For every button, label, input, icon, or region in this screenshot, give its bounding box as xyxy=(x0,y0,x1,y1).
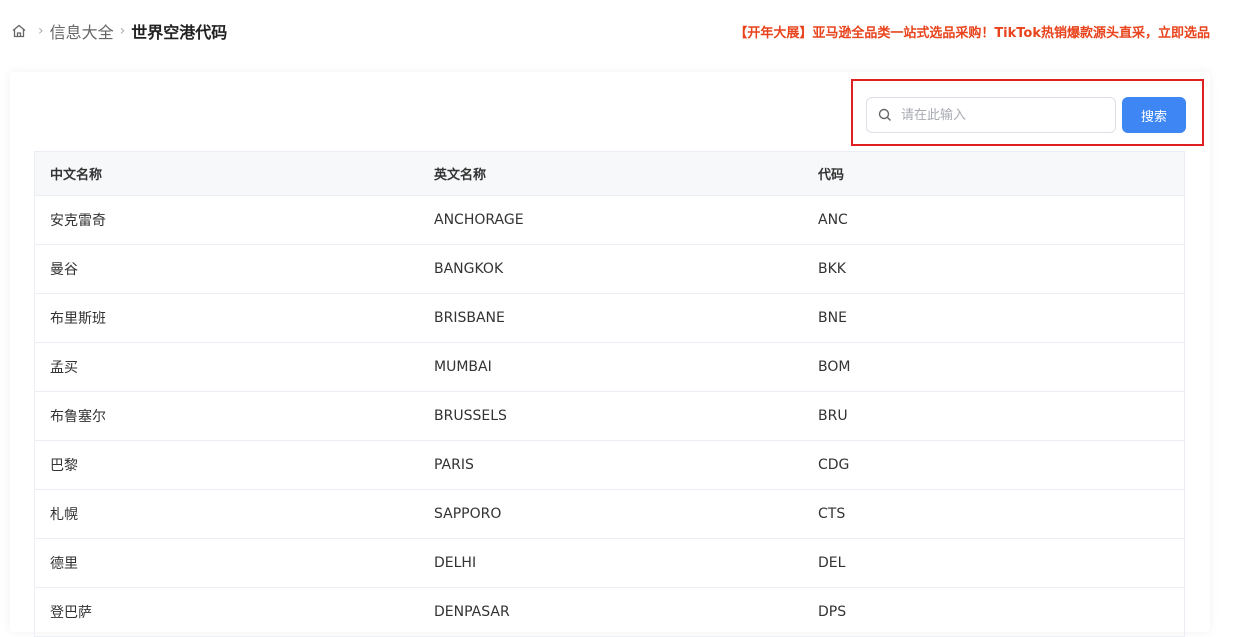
column-header-english-name[interactable]: 英文名称 xyxy=(419,164,803,183)
cell-code: DEL xyxy=(818,555,846,571)
cell-english-name: BRISBANE xyxy=(434,310,505,326)
table-row[interactable]: 德里 DELHI DEL xyxy=(35,539,1184,588)
cell-chinese-name: 登巴萨 xyxy=(50,605,92,621)
top-bar: › 信息大全 › 世界空港代码 【开年大展】亚马逊全品类一站式选品采购！TikT… xyxy=(0,0,1258,62)
cell-code: ANC xyxy=(818,212,848,228)
breadcrumb-separator: › xyxy=(38,23,44,39)
promo-link[interactable]: 【开年大展】亚马逊全品类一站式选品采购！TikTok热销爆款源头直采，立即选品 xyxy=(734,22,1210,41)
breadcrumb-separator: › xyxy=(119,23,126,39)
airport-code-table: 中文名称 英文名称 代码 安克雷奇 ANCHORAGE ANC 曼谷 BANGK… xyxy=(34,151,1185,637)
cell-english-name: BANGKOK xyxy=(434,261,504,277)
cell-code: CTS xyxy=(818,506,846,522)
cell-chinese-name: 巴黎 xyxy=(50,458,78,474)
table-row[interactable]: 孟买 MUMBAI BOM xyxy=(35,343,1184,392)
cell-code: BOM xyxy=(818,359,851,375)
table-row[interactable]: 曼谷 BANGKOK BKK xyxy=(35,245,1184,294)
breadcrumb: › 信息大全 › 世界空港代码 xyxy=(10,19,227,43)
search-box[interactable] xyxy=(866,97,1116,133)
table-row[interactable]: 布鲁塞尔 BRUSSELS BRU xyxy=(35,392,1184,441)
table-header: 中文名称 英文名称 代码 xyxy=(35,152,1184,196)
cell-chinese-name: 布里斯班 xyxy=(50,311,106,327)
cell-english-name: BRUSSELS xyxy=(434,408,507,424)
search-button[interactable]: 搜索 xyxy=(1122,97,1186,133)
cell-english-name: SAPPORO xyxy=(434,506,502,522)
cell-code: BKK xyxy=(818,261,846,277)
cell-chinese-name: 札幌 xyxy=(50,507,78,523)
search-input[interactable] xyxy=(901,107,1101,123)
cell-chinese-name: 布鲁塞尔 xyxy=(50,409,106,425)
cell-english-name: DELHI xyxy=(434,555,477,571)
breadcrumb-parent[interactable]: 信息大全 xyxy=(50,19,114,43)
cell-english-name: DENPASAR xyxy=(434,604,510,620)
cell-chinese-name: 安克雷奇 xyxy=(50,213,106,229)
table-row[interactable]: 安克雷奇 ANCHORAGE ANC xyxy=(35,196,1184,245)
cell-code: BNE xyxy=(818,310,847,326)
page-title: 世界空港代码 xyxy=(131,23,228,42)
column-header-code[interactable]: 代码 xyxy=(803,164,1184,183)
cell-code: DPS xyxy=(818,604,847,620)
cell-english-name: PARIS xyxy=(434,457,474,473)
cell-english-name: ANCHORAGE xyxy=(434,212,524,228)
cell-chinese-name: 德里 xyxy=(50,556,78,572)
cell-english-name: MUMBAI xyxy=(434,359,492,375)
cell-chinese-name: 孟买 xyxy=(50,360,78,376)
home-icon[interactable] xyxy=(10,22,28,40)
table-row[interactable]: 巴黎 PARIS CDG xyxy=(35,441,1184,490)
cell-chinese-name: 曼谷 xyxy=(50,262,78,278)
search-icon xyxy=(877,107,893,123)
cell-code: CDG xyxy=(818,457,850,473)
table-row[interactable]: 札幌 SAPPORO CTS xyxy=(35,490,1184,539)
table-row[interactable]: 布里斯班 BRISBANE BNE xyxy=(35,294,1184,343)
column-header-chinese-name[interactable]: 中文名称 xyxy=(35,164,419,183)
cell-code: BRU xyxy=(818,408,848,424)
